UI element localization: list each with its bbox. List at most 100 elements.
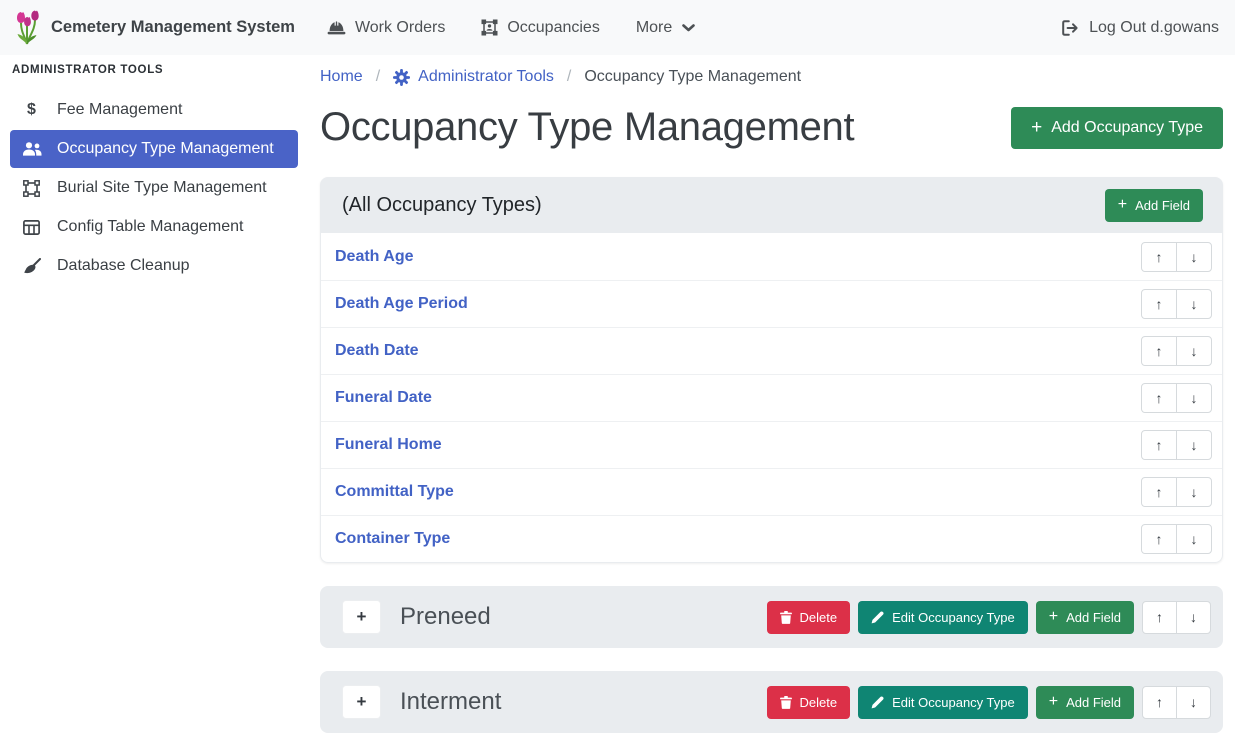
move-up-button[interactable]: ↑	[1142, 601, 1177, 634]
breadcrumb-admin-tools[interactable]: Administrator Tools	[393, 68, 554, 86]
move-down-button[interactable]: ↓	[1176, 242, 1212, 272]
sidebar-heading: Administrator Tools	[0, 64, 308, 76]
nav-more-label: More	[636, 19, 672, 37]
pencil-icon	[871, 611, 884, 624]
field-row: Funeral Home ↑ ↓	[321, 421, 1222, 468]
arrow-up-icon: ↑	[1156, 531, 1163, 547]
arrow-down-icon: ↓	[1191, 390, 1198, 406]
breadcrumb-current: Occupancy Type Management	[584, 68, 801, 86]
logout-link[interactable]: Log Out d.gowans	[1062, 19, 1219, 37]
arrow-down-icon: ↓	[1191, 484, 1198, 500]
move-up-button[interactable]: ↑	[1141, 524, 1177, 554]
add-field-label: Add Field	[1066, 610, 1121, 625]
main-nav: Work Orders Occupancies M	[327, 19, 696, 37]
all-occupancy-types-title: (All Occupancy Types)	[342, 194, 542, 217]
occupancy-type-section-interment: + Interment Delete	[320, 671, 1223, 733]
move-down-button[interactable]: ↓	[1176, 430, 1212, 460]
sidebar-item-fee-management[interactable]: $ Fee Management	[10, 91, 298, 129]
nav-more[interactable]: More	[636, 19, 696, 37]
move-up-button[interactable]: ↑	[1141, 242, 1177, 272]
plus-icon: +	[1049, 609, 1058, 625]
broom-icon	[21, 258, 42, 274]
delete-button[interactable]: Delete	[767, 686, 851, 719]
field-link-death-age-period[interactable]: Death Age Period	[335, 295, 468, 313]
field-link-funeral-home[interactable]: Funeral Home	[335, 436, 442, 454]
reorder-group: ↑ ↓	[1141, 336, 1212, 366]
add-field-label: Add Field	[1066, 695, 1121, 710]
sidebar: Administrator Tools $ Fee Management Occ…	[0, 55, 308, 738]
move-down-button[interactable]: ↓	[1176, 289, 1212, 319]
arrow-down-icon: ↓	[1191, 249, 1198, 265]
add-field-button[interactable]: + Add Field	[1036, 601, 1134, 634]
top-navbar: Cemetery Management System Work Orders	[0, 0, 1235, 55]
arrow-down-icon: ↓	[1191, 437, 1198, 453]
main-content: Home / Administrat	[308, 55, 1235, 738]
reorder-group: ↑ ↓	[1141, 383, 1212, 413]
expand-toggle-button[interactable]: +	[342, 600, 381, 634]
edit-occupancy-type-button[interactable]: Edit Occupancy Type	[858, 686, 1028, 719]
sign-out-icon	[1062, 20, 1080, 36]
breadcrumb-home[interactable]: Home	[320, 68, 363, 86]
move-down-button[interactable]: ↓	[1176, 601, 1211, 634]
sidebar-item-label: Burial Site Type Management	[57, 179, 267, 197]
plus-icon: +	[1031, 118, 1042, 137]
edit-occupancy-type-button[interactable]: Edit Occupancy Type	[858, 601, 1028, 634]
section-title: Interment	[400, 688, 501, 716]
move-up-button[interactable]: ↑	[1142, 686, 1177, 719]
pencil-icon	[871, 696, 884, 709]
move-down-button[interactable]: ↓	[1176, 524, 1212, 554]
field-row: Death Age ↑ ↓	[321, 233, 1222, 280]
add-occupancy-type-label: Add Occupancy Type	[1051, 119, 1203, 137]
move-down-button[interactable]: ↓	[1176, 686, 1211, 719]
arrow-up-icon: ↑	[1156, 343, 1163, 359]
field-link-committal-type[interactable]: Committal Type	[335, 483, 454, 501]
breadcrumb-home-label: Home	[320, 68, 363, 86]
sidebar-item-database-cleanup[interactable]: Database Cleanup	[10, 247, 298, 285]
brand-link[interactable]: Cemetery Management System	[12, 9, 295, 46]
move-down-button[interactable]: ↓	[1176, 336, 1212, 366]
reorder-group: ↑ ↓	[1141, 430, 1212, 460]
field-link-funeral-date[interactable]: Funeral Date	[335, 389, 432, 407]
field-link-container-type[interactable]: Container Type	[335, 530, 450, 548]
table-icon	[21, 220, 42, 235]
arrow-down-icon: ↓	[1191, 531, 1198, 547]
arrow-up-icon: ↑	[1156, 609, 1163, 625]
add-field-button[interactable]: + Add Field	[1105, 189, 1203, 222]
move-up-button[interactable]: ↑	[1141, 383, 1177, 413]
arrow-down-icon: ↓	[1190, 609, 1197, 625]
occupancy-frame-icon	[481, 19, 498, 36]
sidebar-item-burial-site-type-management[interactable]: Burial Site Type Management	[10, 169, 298, 207]
nav-occupancies[interactable]: Occupancies	[481, 19, 600, 37]
sidebar-item-occupancy-type-management[interactable]: Occupancy Type Management	[10, 130, 298, 168]
delete-button[interactable]: Delete	[767, 601, 851, 634]
section-title: Preneed	[400, 603, 491, 631]
move-up-button[interactable]: ↑	[1141, 289, 1177, 319]
sidebar-item-label: Config Table Management	[57, 218, 244, 236]
move-up-button[interactable]: ↑	[1141, 336, 1177, 366]
breadcrumb-separator: /	[567, 68, 571, 86]
sidebar-item-config-table-management[interactable]: Config Table Management	[10, 208, 298, 246]
add-occupancy-type-button[interactable]: + Add Occupancy Type	[1011, 107, 1223, 149]
move-up-button[interactable]: ↑	[1141, 430, 1177, 460]
move-down-button[interactable]: ↓	[1176, 477, 1212, 507]
arrow-up-icon: ↑	[1156, 484, 1163, 500]
tulip-logo-icon	[12, 9, 42, 46]
nav-work-orders[interactable]: Work Orders	[327, 19, 445, 37]
field-row: Death Date ↑ ↓	[321, 327, 1222, 374]
move-up-button[interactable]: ↑	[1141, 477, 1177, 507]
occupancy-type-section-preneed: + Preneed Delete	[320, 586, 1223, 648]
add-field-label: Add Field	[1135, 198, 1190, 213]
field-row: Committal Type ↑ ↓	[321, 468, 1222, 515]
sidebar-item-label: Database Cleanup	[57, 257, 190, 275]
add-field-button[interactable]: + Add Field	[1036, 686, 1134, 719]
arrow-up-icon: ↑	[1156, 437, 1163, 453]
field-link-death-age[interactable]: Death Age	[335, 248, 414, 266]
plus-icon: +	[1049, 694, 1058, 710]
nav-work-orders-label: Work Orders	[355, 19, 445, 37]
expand-toggle-button[interactable]: +	[342, 685, 381, 719]
move-down-button[interactable]: ↓	[1176, 383, 1212, 413]
arrow-down-icon: ↓	[1190, 694, 1197, 710]
field-link-death-date[interactable]: Death Date	[335, 342, 419, 360]
field-row: Funeral Date ↑ ↓	[321, 374, 1222, 421]
dollar-icon: $	[21, 101, 42, 119]
